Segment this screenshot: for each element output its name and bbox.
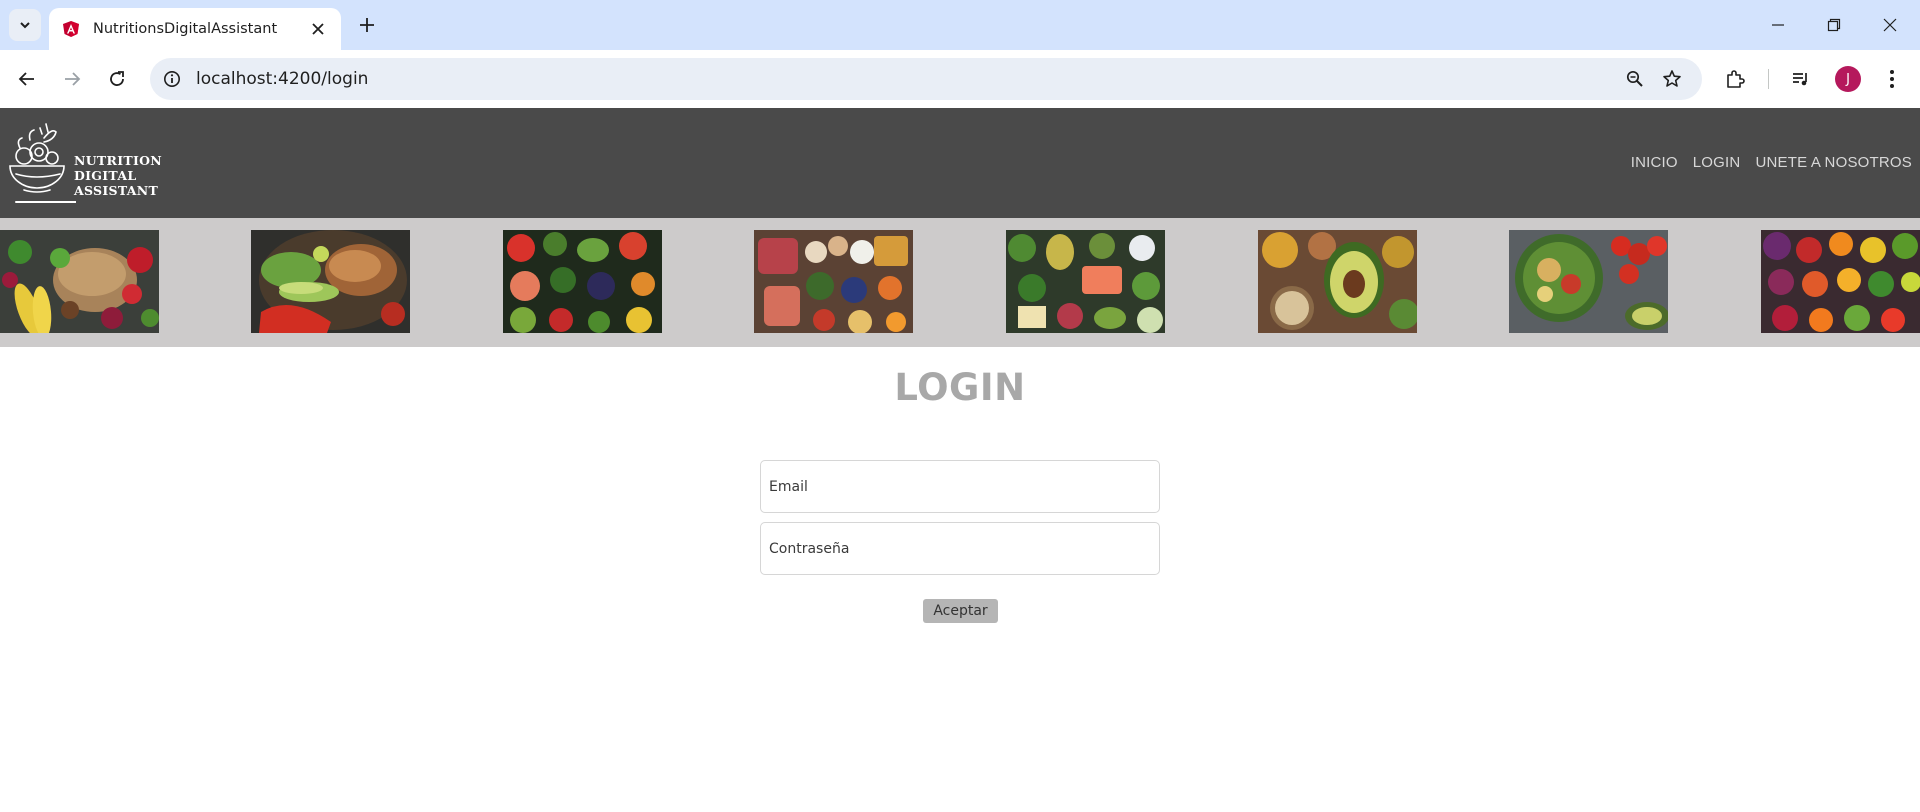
main-nav: INICIO LOGIN UNETE A NOSOTROS [1631,154,1912,171]
site-logo[interactable]: NUTRITION DIGITAL ASSISTANT [6,118,162,208]
new-tab-button[interactable] [353,11,381,39]
accept-button[interactable]: Aceptar [923,599,998,623]
login-title: LOGIN [894,366,1026,409]
nav-link-inicio[interactable]: INICIO [1631,154,1678,171]
address-bar[interactable]: localhost:4200/login [150,58,1702,100]
back-button[interactable] [11,63,43,95]
gallery-image-salmon-greens [1006,230,1165,333]
reload-button[interactable] [101,63,133,95]
site-header: NUTRITION DIGITAL ASSISTANT INICIO LOGIN… [0,108,1920,218]
gallery-image-avocado-nuts [1258,230,1417,333]
nav-link-login[interactable]: LOGIN [1693,154,1741,171]
browser-tab[interactable]: NutritionsDigitalAssistant [49,8,341,50]
logo-line: DIGITAL [74,168,137,183]
arrow-left-icon [18,72,34,86]
logo-text: NUTRITION DIGITAL ASSISTANT [74,153,162,198]
restore-icon [1827,18,1841,32]
more-menu-icon[interactable] [1878,65,1906,93]
reload-icon [110,71,124,86]
bookmark-star-icon[interactable] [1660,67,1684,91]
site-info-icon[interactable] [160,67,184,91]
minimize-button[interactable] [1750,0,1806,50]
tab-title: NutritionsDigitalAssistant [93,21,278,37]
chevron-down-icon [20,22,30,29]
toolbar-separator [1768,69,1769,89]
password-input[interactable] [760,522,1160,575]
nav-link-unete[interactable]: UNETE A NOSOTROS [1755,154,1912,171]
minimize-icon [1772,24,1784,26]
browser-toolbar: localhost:4200/login J [0,50,1920,108]
zoom-icon[interactable] [1623,67,1647,91]
gallery-image-protein [754,230,913,333]
gallery-image-salad-bowl [251,230,410,333]
extensions-icon[interactable] [1721,65,1749,93]
url-text[interactable]: localhost:4200/login [196,69,368,89]
close-icon [1883,18,1897,32]
close-icon[interactable] [307,18,329,40]
email-input[interactable] [760,460,1160,513]
gallery-image-chickpea-salad [1509,230,1668,333]
forward-button[interactable] [56,63,88,95]
browser-tabstrip: NutritionsDigitalAssistant [0,0,1920,50]
salad-bowl-icon [9,123,76,203]
food-image-gallery [0,218,1920,347]
logo-line: ASSISTANT [74,183,159,198]
profile-avatar[interactable]: J [1835,66,1861,92]
tab-search-button[interactable] [9,9,41,41]
angular-icon [61,19,81,39]
logo-line: NUTRITION [74,153,163,168]
gallery-image-fruits-bread [0,230,159,333]
gallery-image-colorful-produce [1761,230,1920,333]
restore-button[interactable] [1806,0,1862,50]
arrow-right-icon [65,72,81,86]
gallery-image-assortment [503,230,662,333]
close-window-button[interactable] [1862,0,1918,50]
media-control-icon[interactable] [1787,65,1815,93]
plus-icon [360,18,374,32]
